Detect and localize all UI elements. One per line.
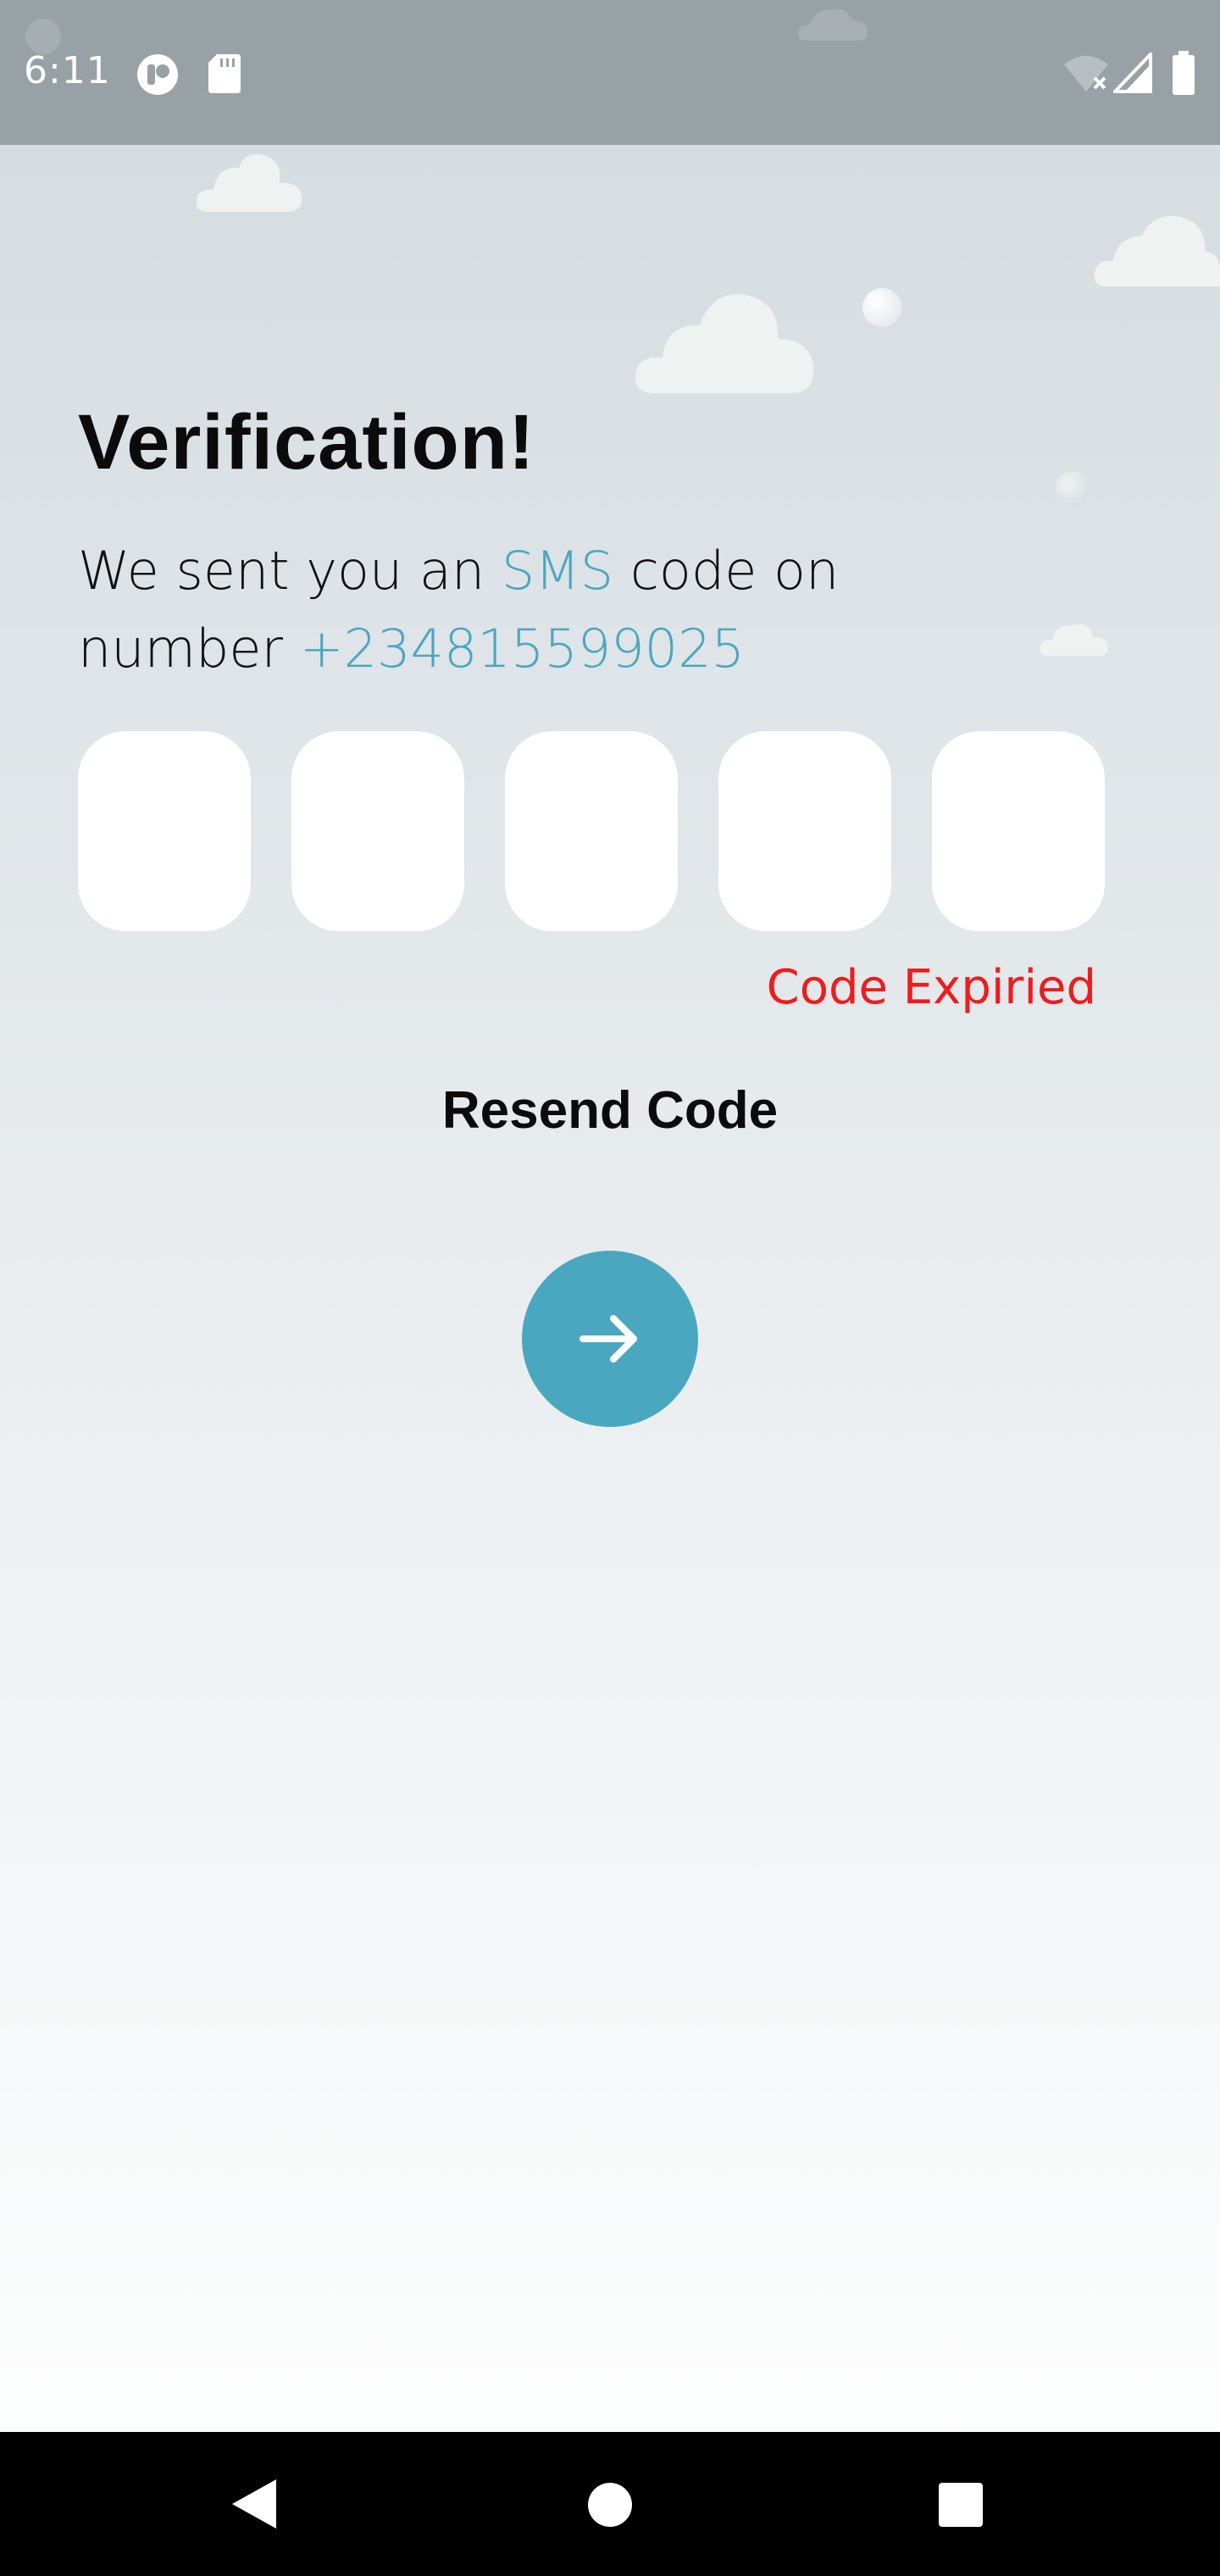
phone-number: +234815599025 — [299, 618, 745, 680]
otp-digit-5[interactable] — [932, 731, 1105, 931]
back-icon[interactable] — [229, 2476, 280, 2532]
bubble-decoration — [1056, 471, 1090, 505]
wifi-off-icon — [1064, 56, 1108, 92]
cloud-icon — [196, 153, 302, 212]
cloud-icon — [797, 8, 868, 41]
bubble-decoration — [862, 288, 901, 327]
status-bar: 6:11 — [0, 0, 1220, 145]
otp-digit-1[interactable] — [78, 731, 251, 931]
sd-card-icon — [208, 54, 241, 93]
status-time: 6:11 — [24, 49, 111, 92]
notification-app-icon — [137, 54, 178, 95]
next-button[interactable] — [522, 1251, 698, 1427]
instructions-text: We sent you an — [78, 540, 502, 602]
navigation-bar — [0, 2432, 1220, 2576]
resend-code-link[interactable]: Resend Code — [442, 1081, 778, 1140]
otp-code-input-group — [78, 731, 1105, 931]
arrow-right-icon — [580, 1315, 637, 1363]
page-title: Verification! — [78, 399, 535, 486]
otp-digit-2[interactable] — [291, 731, 464, 931]
cloud-icon — [1040, 624, 1108, 656]
otp-digit-3[interactable] — [505, 731, 678, 931]
recents-icon[interactable] — [937, 2481, 984, 2529]
home-icon[interactable] — [586, 2481, 634, 2529]
resend-code-container: Resend Code — [0, 1080, 1220, 1141]
otp-digit-4[interactable] — [718, 731, 891, 931]
cloud-icon — [635, 294, 814, 393]
cloud-icon — [1094, 215, 1220, 286]
cellular-signal-icon — [1113, 53, 1152, 93]
verification-instructions: We sent you an SMS code on number +23481… — [78, 532, 1010, 688]
code-expired-error: Code Expiried — [766, 960, 1096, 1015]
sms-highlight: SMS — [501, 540, 614, 602]
battery-icon — [1173, 51, 1195, 95]
